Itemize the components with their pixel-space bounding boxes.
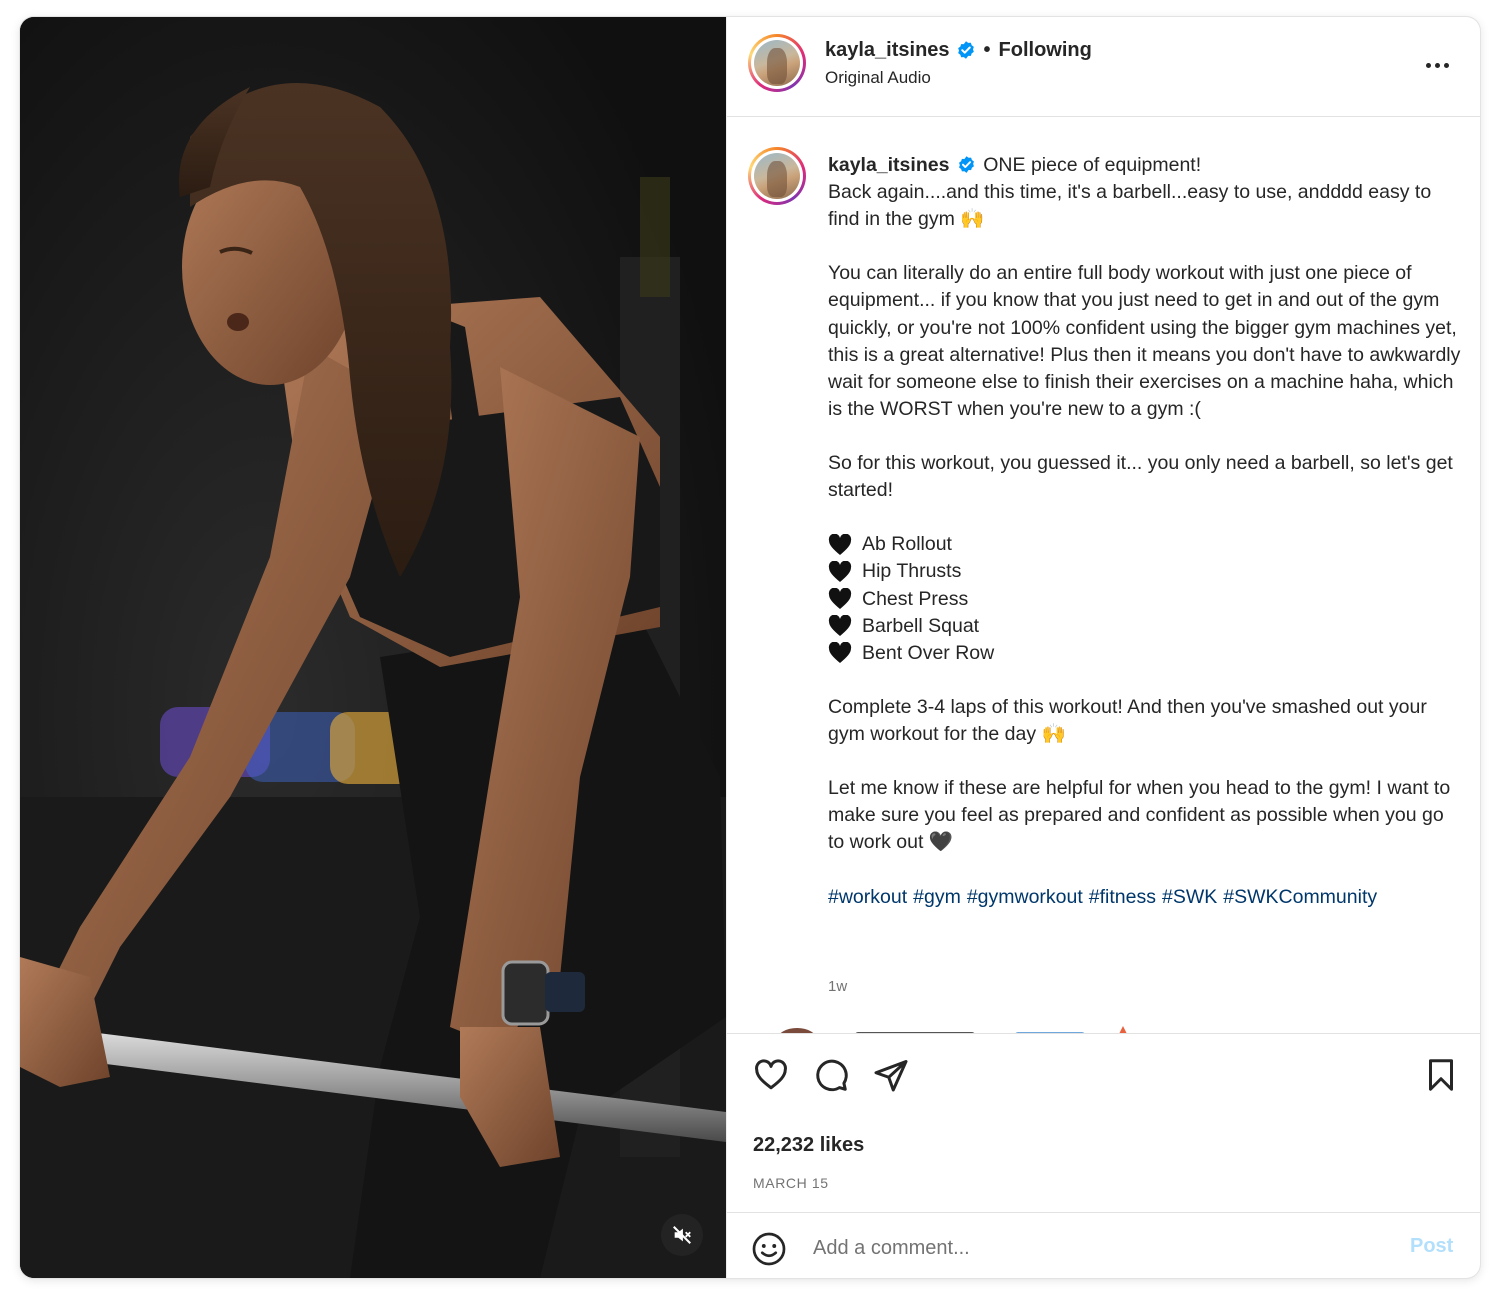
hashtag-link[interactable]: #fitness xyxy=(1089,886,1156,908)
black-heart-icon xyxy=(828,533,852,555)
caption-paragraph-6: Let me know if these are helpful for whe… xyxy=(828,777,1451,854)
video-frame-image xyxy=(20,17,726,1278)
comment-input[interactable] xyxy=(813,1230,1373,1266)
post-details-panel: kayla_itsines • Following Original Audio… xyxy=(726,17,1480,1278)
comment-bar: Post xyxy=(727,1212,1480,1278)
black-heart-icon xyxy=(828,615,852,637)
emoji-icon[interactable] xyxy=(751,1231,787,1267)
post-header: kayla_itsines • Following Original Audio xyxy=(727,17,1480,117)
caption-paragraph-3: So for this workout, you guessed it... y… xyxy=(828,452,1453,502)
caption-author-avatar[interactable] xyxy=(748,147,806,205)
like-count[interactable]: 22,232 likes xyxy=(753,1134,864,1157)
verified-badge-icon xyxy=(957,41,974,59)
exercise-list: Ab Rollout Hip Thrusts Chest Press Barbe… xyxy=(828,531,1464,666)
hashtag-link[interactable]: #workout xyxy=(828,886,907,908)
more-horizontal-icon xyxy=(1425,62,1431,68)
comment-icon[interactable] xyxy=(813,1057,849,1093)
speaker-muted-icon xyxy=(673,1226,691,1244)
share-icon[interactable] xyxy=(873,1057,909,1093)
author-username[interactable]: kayla_itsines xyxy=(825,39,950,62)
caption-username[interactable]: kayla_itsines xyxy=(828,154,949,176)
hashtag-list: #workout #gym #gymworkout #fitness #SWK #SWKC… xyxy=(828,884,1464,911)
author-avatar[interactable] xyxy=(748,34,806,92)
instagram-post-card: kayla_itsines • Following Original Audio… xyxy=(20,17,1480,1278)
following-button[interactable]: Following xyxy=(999,39,1092,62)
list-item: Chest Press xyxy=(828,586,1464,613)
post-comment-button[interactable]: Post xyxy=(1410,1235,1453,1258)
hashtag-link[interactable]: #SWKCommunity xyxy=(1223,886,1377,908)
post-date: MARCH 15 xyxy=(753,1175,829,1191)
more-options-button[interactable] xyxy=(1417,51,1457,79)
hashtag-link[interactable]: #SWK xyxy=(1162,886,1217,908)
post-actions: 22,232 likes MARCH 15 Post xyxy=(727,1033,1480,1278)
hashtag-link[interactable]: #gymworkout xyxy=(967,886,1083,908)
list-item: Hip Thrusts xyxy=(828,558,1464,585)
caption-paragraph-5: Complete 3-4 laps of this workout! And t… xyxy=(828,695,1427,745)
caption-line-2: Back again....and this time, it's a barb… xyxy=(828,181,1432,231)
heart-icon[interactable] xyxy=(753,1057,789,1093)
post-caption: kayla_itsines ONE piece of equipment! Ba… xyxy=(828,152,1464,911)
black-heart-icon xyxy=(828,560,852,582)
list-item: Bent Over Row xyxy=(828,640,1464,667)
verified-badge-icon xyxy=(958,156,974,173)
caption-first-line: ONE piece of equipment! xyxy=(983,154,1202,176)
caption-paragraph-2: You can literally do an entire full body… xyxy=(828,262,1461,420)
mute-toggle-button[interactable] xyxy=(661,1214,703,1256)
black-heart-icon xyxy=(828,642,852,664)
list-item: Barbell Squat xyxy=(828,613,1464,640)
next-comment-peek xyxy=(780,1026,1127,1033)
audio-link[interactable]: Original Audio xyxy=(825,68,931,88)
list-item: Ab Rollout xyxy=(828,531,1464,558)
post-video[interactable] xyxy=(20,17,726,1278)
hashtag-link[interactable]: #gym xyxy=(913,886,961,908)
caption-scroll-area[interactable]: kayla_itsines ONE piece of equipment! Ba… xyxy=(727,118,1480,1033)
black-heart-icon xyxy=(828,588,852,610)
header-separator: • xyxy=(983,38,991,61)
bookmark-icon[interactable] xyxy=(1423,1057,1459,1093)
caption-timestamp[interactable]: 1w xyxy=(828,978,847,995)
